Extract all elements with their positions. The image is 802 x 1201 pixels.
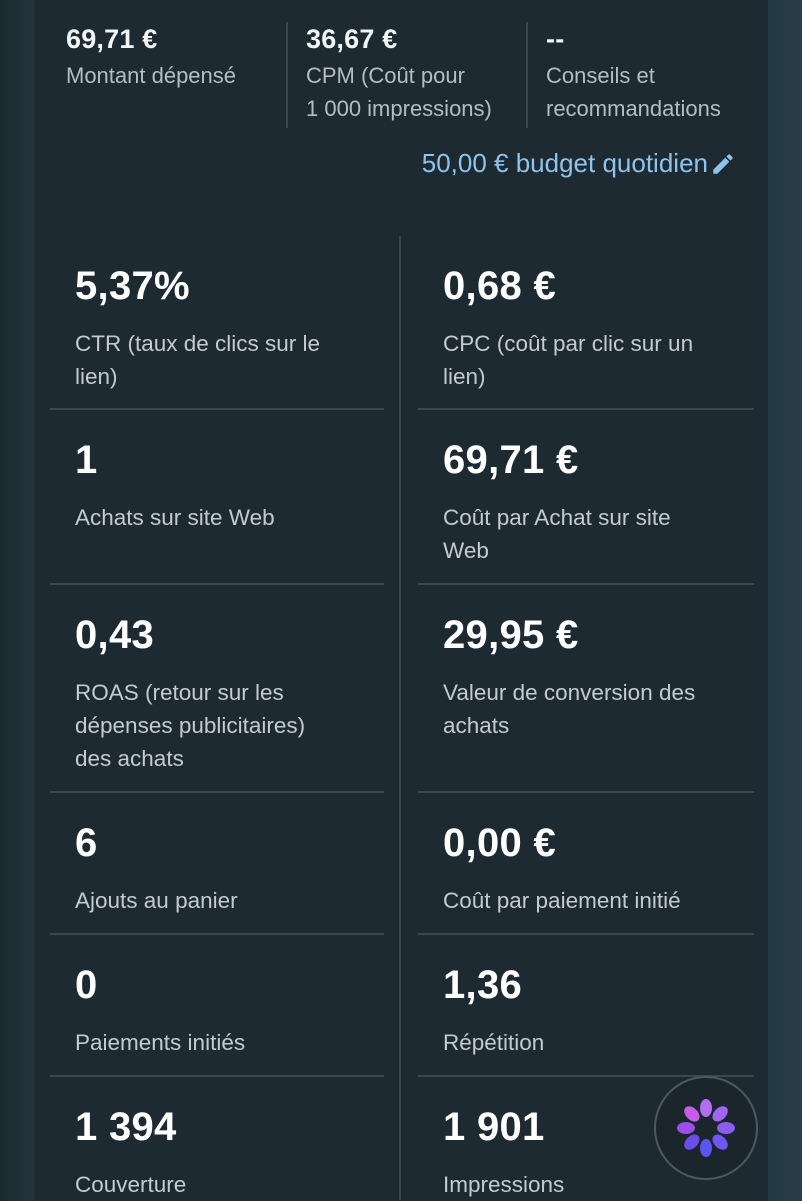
metric-label-line: ROAS (retour sur les bbox=[75, 680, 284, 705]
metric-label: Répétition bbox=[443, 1026, 743, 1059]
column-divider bbox=[399, 236, 401, 1200]
metric-label: Paiements initiés bbox=[75, 1026, 375, 1059]
metric-label: Coût par paiement initié bbox=[443, 884, 743, 917]
meta-ai-button[interactable] bbox=[654, 1076, 758, 1180]
metric-ctr[interactable]: 5,37% CTR (taux de clics sur le lien) bbox=[50, 236, 384, 410]
metric-label: ROAS (retour sur les dépenses publicitai… bbox=[75, 676, 375, 775]
summary-label: CPM (Coût pour 1 000 impressions) bbox=[306, 59, 492, 125]
meta-ai-icon bbox=[677, 1099, 735, 1157]
metric-label-line: Couverture bbox=[75, 1172, 187, 1197]
metric-label-line: des achats bbox=[75, 746, 184, 771]
summary-value: -- bbox=[546, 24, 565, 54]
metric-value: 1 901 bbox=[443, 1105, 545, 1149]
metric-add-to-cart[interactable]: 6 Ajouts au panier bbox=[50, 793, 384, 935]
metric-label: CTR (taux de clics sur le lien) bbox=[75, 327, 375, 393]
metric-value: 6 bbox=[75, 821, 98, 865]
metric-label: Coût par Achat sur site Web bbox=[443, 501, 743, 567]
daily-budget-label: 50,00 € budget quotidien bbox=[421, 148, 708, 178]
metric-label-line: Ajouts au panier bbox=[75, 888, 238, 913]
metric-label-line: Coût par Achat sur site bbox=[443, 505, 671, 530]
pencil-icon bbox=[713, 153, 733, 174]
metric-frequency[interactable]: 1,36 Répétition bbox=[418, 935, 754, 1077]
daily-budget-link[interactable]: 50,00 € budget quotidien bbox=[422, 148, 736, 179]
summary-label-line: Montant dépensé bbox=[66, 63, 237, 88]
metric-cost-per-purchase[interactable]: 69,71 € Coût par Achat sur site Web bbox=[418, 410, 754, 585]
metric-checkouts-initiated[interactable]: 0 Paiements initiés bbox=[50, 935, 384, 1077]
metric-value: 1 bbox=[75, 438, 98, 482]
metric-label: Valeur de conversion des achats bbox=[443, 676, 743, 742]
metric-roas[interactable]: 0,43 ROAS (retour sur les dépenses publi… bbox=[50, 585, 384, 793]
summary-value: 69,71 € bbox=[66, 24, 158, 54]
metric-label-line: CTR (taux de clics sur le bbox=[75, 331, 321, 356]
metric-label-line: Web bbox=[443, 538, 489, 563]
metrics-grid: 5,37% CTR (taux de clics sur le lien) 0,… bbox=[34, 236, 768, 1200]
summary-label-line: CPM (Coût pour bbox=[306, 63, 465, 88]
metric-label-line: dépenses publicitaires) bbox=[75, 713, 306, 738]
metric-label-line: Achats sur site Web bbox=[75, 505, 275, 530]
summary-label-line: recommandations bbox=[546, 96, 721, 121]
metric-label-line: Paiements initiés bbox=[75, 1030, 246, 1055]
metric-cpc[interactable]: 0,68 € CPC (coût par clic sur un lien) bbox=[418, 236, 754, 410]
summary-value: 36,67 € bbox=[306, 24, 398, 54]
summary-label-line: 1 000 impressions) bbox=[306, 96, 492, 121]
metric-value: 1 394 bbox=[75, 1105, 177, 1149]
metric-value: 69,71 € bbox=[443, 438, 579, 482]
metric-value: 0,43 bbox=[75, 613, 155, 657]
metric-label-line: Coût par paiement initié bbox=[443, 888, 681, 913]
summary-amount-spent[interactable]: 69,71 € Montant dépensé bbox=[66, 24, 236, 92]
summary-label-line: Conseils et bbox=[546, 63, 655, 88]
summary-divider bbox=[286, 22, 288, 128]
metric-value: 0 bbox=[75, 963, 98, 1007]
metric-label-line: lien) bbox=[75, 364, 118, 389]
metric-value: 0,68 € bbox=[443, 264, 557, 308]
metric-label: CPC (coût par clic sur un lien) bbox=[443, 327, 743, 393]
metric-conversion-value[interactable]: 29,95 € Valeur de conversion des achats bbox=[418, 585, 754, 793]
metric-label-line: Valeur de conversion des bbox=[443, 680, 696, 705]
metric-value: 0,00 € bbox=[443, 821, 557, 865]
metric-value: 1,36 bbox=[443, 963, 523, 1007]
metric-cost-per-checkout[interactable]: 0,00 € Coût par paiement initié bbox=[418, 793, 754, 935]
metric-label-line: achats bbox=[443, 713, 510, 738]
metric-label-line: CPC (coût par clic sur un bbox=[443, 331, 694, 356]
metric-label: Ajouts au panier bbox=[75, 884, 375, 917]
summary-cpm[interactable]: 36,67 € CPM (Coût pour 1 000 impressions… bbox=[306, 24, 492, 125]
ad-results-panel: 69,71 € Montant dépensé 36,67 € CPM (Coû… bbox=[34, 0, 768, 1200]
summary-divider bbox=[526, 22, 528, 128]
metric-label-line: lien) bbox=[443, 364, 486, 389]
metric-value: 5,37% bbox=[75, 264, 190, 308]
summary-label: Conseils et recommandations bbox=[546, 59, 721, 125]
metric-label-line: Répétition bbox=[443, 1030, 545, 1055]
metric-value: 29,95 € bbox=[443, 613, 579, 657]
metric-label: Couverture bbox=[75, 1168, 375, 1201]
summary-recommendations[interactable]: -- Conseils et recommandations bbox=[546, 24, 721, 125]
summary-row: 69,71 € Montant dépensé 36,67 € CPM (Coû… bbox=[34, 0, 768, 140]
metric-label: Achats sur site Web bbox=[75, 501, 375, 534]
metric-website-purchases[interactable]: 1 Achats sur site Web bbox=[50, 410, 384, 585]
summary-label: Montant dépensé bbox=[66, 59, 236, 92]
metric-reach[interactable]: 1 394 Couverture bbox=[50, 1077, 384, 1200]
